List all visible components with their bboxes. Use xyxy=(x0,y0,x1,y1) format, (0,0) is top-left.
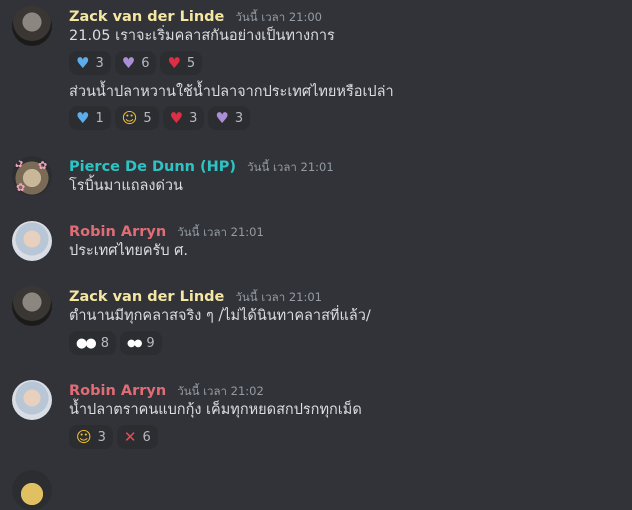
red-heart-icon: ♥ xyxy=(167,53,181,72)
timestamp: วันนี้ เวลา 21:01 xyxy=(247,160,334,174)
reaction-bar: ♥ 3 ♥ 6 ♥ 5 xyxy=(69,51,203,75)
author-name[interactable]: Zack van der Linde xyxy=(69,289,224,305)
reaction-blue-heart[interactable]: ♥ 1 xyxy=(69,106,111,130)
reaction-cross[interactable]: ✕ 6 xyxy=(116,425,158,449)
author-name[interactable]: Robin Arryn xyxy=(69,383,166,399)
blue-heart-icon: ♥ xyxy=(76,108,90,127)
message-text: ส่วนน้ำปลาหวานใช้น้ำปลาจากประเทศไทยหรือเ… xyxy=(69,84,394,100)
reaction-eyes-small[interactable]: ●● 9 xyxy=(119,331,162,355)
red-heart-icon: ♥ xyxy=(169,108,184,127)
avatar[interactable]: ✿ ✿ ✿ xyxy=(12,156,52,196)
message-text: ตำนานมีทุกคลาสจริง ๆ /ไม่ได้นินทาคลาสที่… xyxy=(69,308,371,324)
author-name[interactable]: Zack van der Linde xyxy=(69,9,224,25)
joy-emoji-icon: ☺ xyxy=(76,427,92,446)
reaction-bar: ♥ 1 ☺ 5 ♥ 3 ♥ 3 xyxy=(69,106,251,130)
flower-icon: ✿ xyxy=(38,159,48,172)
timestamp: วันนี้ เวลา 21:01 xyxy=(235,290,322,304)
message-text: ประเทศไทยครับ ศ. xyxy=(69,243,188,259)
reaction-purple-heart[interactable]: ♥ 6 xyxy=(114,51,157,75)
eyes-icon: ●● xyxy=(76,335,97,351)
reaction-joy[interactable]: ☺ 3 xyxy=(69,425,113,449)
reaction-blue-heart[interactable]: ♥ 3 xyxy=(69,51,111,75)
author-name[interactable]: Robin Arryn xyxy=(69,224,166,240)
reaction-bar: ☺ 3 ✕ 6 xyxy=(69,425,158,449)
reaction-red-heart[interactable]: ♥ 3 xyxy=(162,106,205,130)
purple-heart-icon: ♥ xyxy=(215,108,229,127)
message-text: น้ำปลาตราคนแบกกุ้ง เค็มทุกหยดสกปรกทุกเม็… xyxy=(69,402,362,418)
timestamp: วันนี้ เวลา 21:02 xyxy=(177,384,264,398)
flower-icon: ✿ xyxy=(14,157,24,170)
eyes-small-icon: ●● xyxy=(126,337,143,349)
purple-heart-icon: ♥ xyxy=(121,53,136,72)
blue-heart-icon: ♥ xyxy=(76,53,90,72)
reaction-joy[interactable]: ☺ 5 xyxy=(114,106,159,130)
avatar[interactable] xyxy=(12,470,52,510)
avatar[interactable] xyxy=(12,6,52,46)
message-text: โรบิ้นมาแถลงด่วน xyxy=(69,178,183,194)
avatar[interactable] xyxy=(12,221,52,261)
timestamp: วันนี้ เวลา 21:01 xyxy=(177,225,264,239)
author-name[interactable]: Pierce De Dunn (HP) xyxy=(69,159,236,175)
flower-icon: ✿ xyxy=(16,181,26,194)
avatar[interactable] xyxy=(12,380,52,420)
message-text: 21.05 เราจะเริ่มคลาสกันอย่างเป็นทางการ xyxy=(69,28,335,44)
joy-emoji-icon: ☺ xyxy=(121,108,138,127)
reaction-purple-heart[interactable]: ♥ 3 xyxy=(208,106,251,130)
timestamp: วันนี้ เวลา 21:00 xyxy=(235,10,322,24)
avatar[interactable] xyxy=(12,286,52,326)
reaction-red-heart[interactable]: ♥ 5 xyxy=(160,51,203,75)
reaction-bar: ●● 8 ●● 9 xyxy=(69,331,162,355)
reaction-eyes[interactable]: ●● 8 xyxy=(69,331,116,355)
cross-icon: ✕ xyxy=(123,427,137,446)
